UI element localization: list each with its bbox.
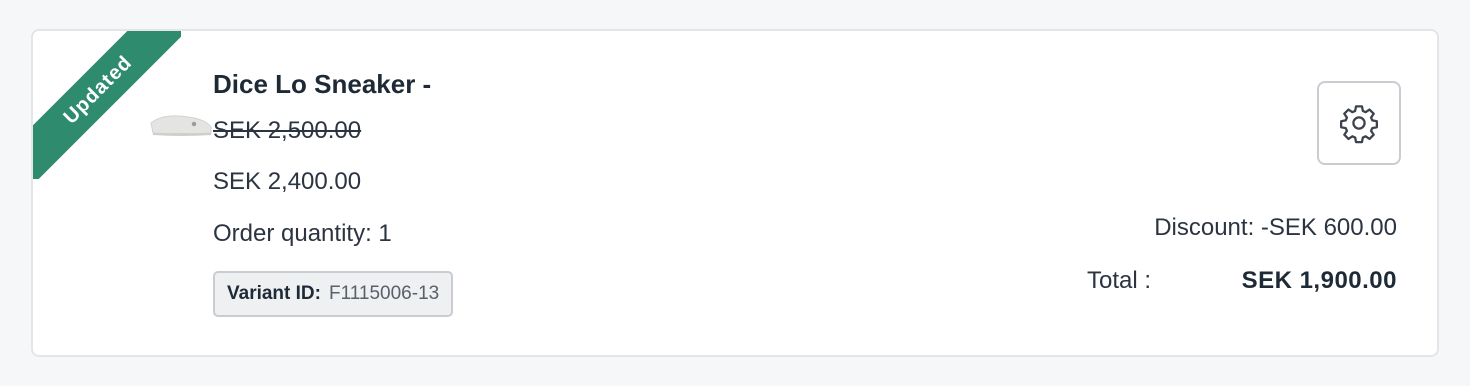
updated-ribbon: Updated [33,31,181,179]
variant-id-label: Variant ID: [227,283,321,304]
total-label: Total : [1087,267,1152,294]
discount-amount: Discount: -SEK 600.00 [1154,214,1397,241]
order-quantity: Order quantity: 1 [213,220,392,247]
variant-id-value: F1115006-13 [328,283,440,304]
current-price: SEK 2,400.00 [213,168,362,195]
total-value: SEK 1,900.00 [1241,267,1397,294]
product-title: Dice Lo Sneaker - [213,69,432,99]
settings-button[interactable] [1317,81,1401,165]
variant-id-tag: Variant ID: F1115006-13 [213,271,454,317]
updated-badge: Updated [33,31,181,179]
original-price: SEK 2,500.00 [213,117,362,144]
order-line-card: Updated Dice Lo Sneaker - SEK 2,500.00 S… [31,29,1439,357]
gear-icon [1340,105,1378,144]
